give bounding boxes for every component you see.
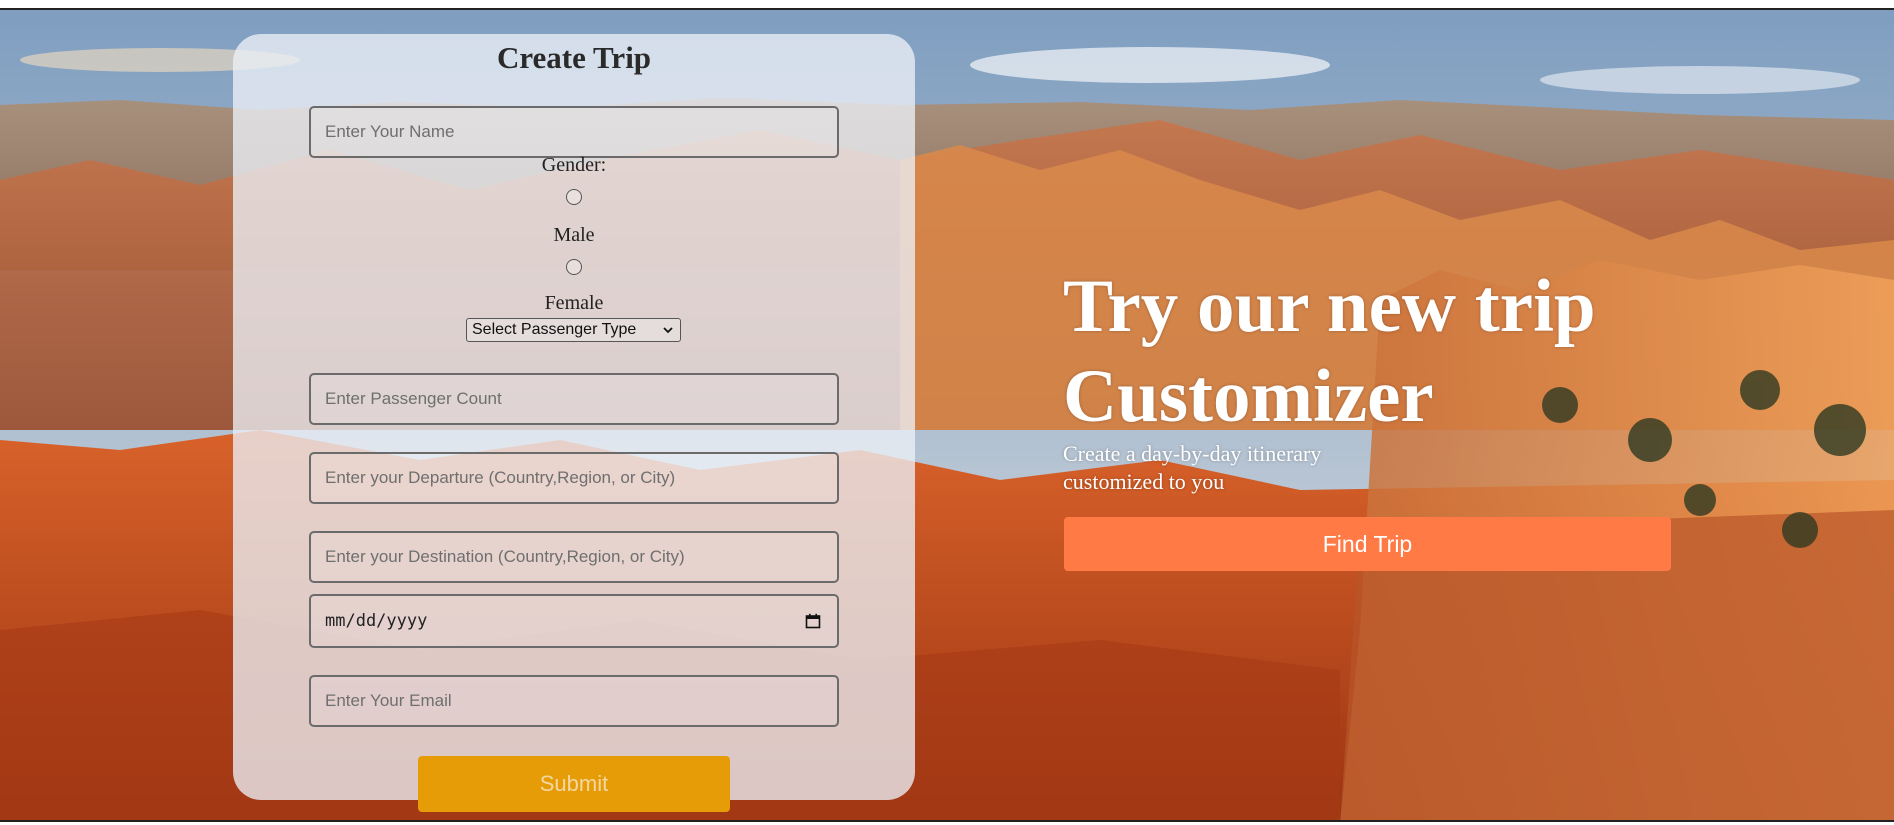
gender-male-label: Male [553, 224, 595, 246]
chevron-down-icon [663, 327, 673, 334]
passenger-count-input[interactable] [309, 373, 839, 425]
destination-input[interactable] [309, 531, 839, 583]
hero-heading-line2: Customizer [1063, 355, 1434, 438]
passenger-type-select[interactable]: Select Passenger Type [466, 318, 681, 342]
date-placeholder: mm/dd/yyyy [325, 611, 428, 631]
hero-subtext-line2: customized to you [1063, 469, 1225, 494]
departure-input[interactable] [309, 452, 839, 504]
hero-heading: Try our new trip Customizer [1063, 262, 1763, 442]
find-trip-button[interactable]: Find Trip [1064, 517, 1671, 571]
hero-subtext: Create a day-by-day itinerary customized… [1063, 440, 1383, 496]
create-trip-form: Create Trip Gender: Male Female Select P… [233, 34, 915, 812]
email-input[interactable] [309, 675, 839, 727]
submit-button[interactable]: Submit [418, 756, 730, 812]
page-frame: Create Trip Gender: Male Female Select P… [0, 8, 1894, 822]
date-input[interactable]: mm/dd/yyyy [309, 594, 839, 648]
calendar-icon[interactable] [805, 613, 821, 629]
passenger-type-selected-value: Select Passenger Type [472, 321, 637, 338]
gender-female-label: Female [544, 292, 604, 314]
hero-subtext-line1: Create a day-by-day itinerary [1063, 441, 1322, 466]
form-title: Create Trip [496, 40, 652, 75]
gender-male-radio[interactable] [566, 189, 582, 205]
gender-label: Gender: [541, 154, 607, 176]
gender-female-radio[interactable] [566, 259, 582, 275]
hero-heading-line1: Try our new trip [1063, 265, 1596, 348]
name-input[interactable] [309, 106, 839, 158]
